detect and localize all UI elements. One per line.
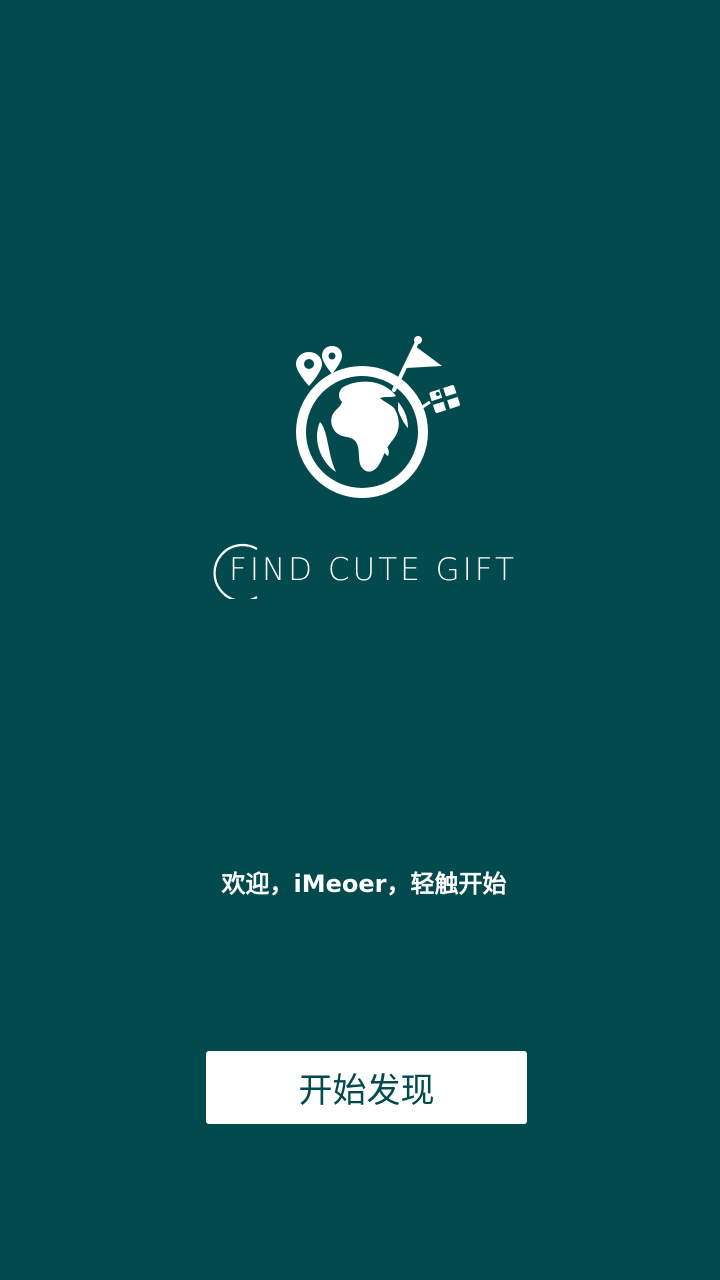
brand-name: FIND CUTE GIFT [229,552,517,588]
brand-logotype: FIND CUTE GIFT [205,535,535,607]
globe-with-pins-flag-gift-icon [296,336,460,498]
splash-screen: FIND CUTE GIFT 欢迎，iMeoer，轻触开始 开始发现 [0,0,720,1280]
start-discover-button[interactable]: 开始发现 [206,1051,527,1124]
welcome-message: 欢迎，iMeoer，轻触开始 [221,870,507,898]
globe-logo-icon [280,330,470,510]
